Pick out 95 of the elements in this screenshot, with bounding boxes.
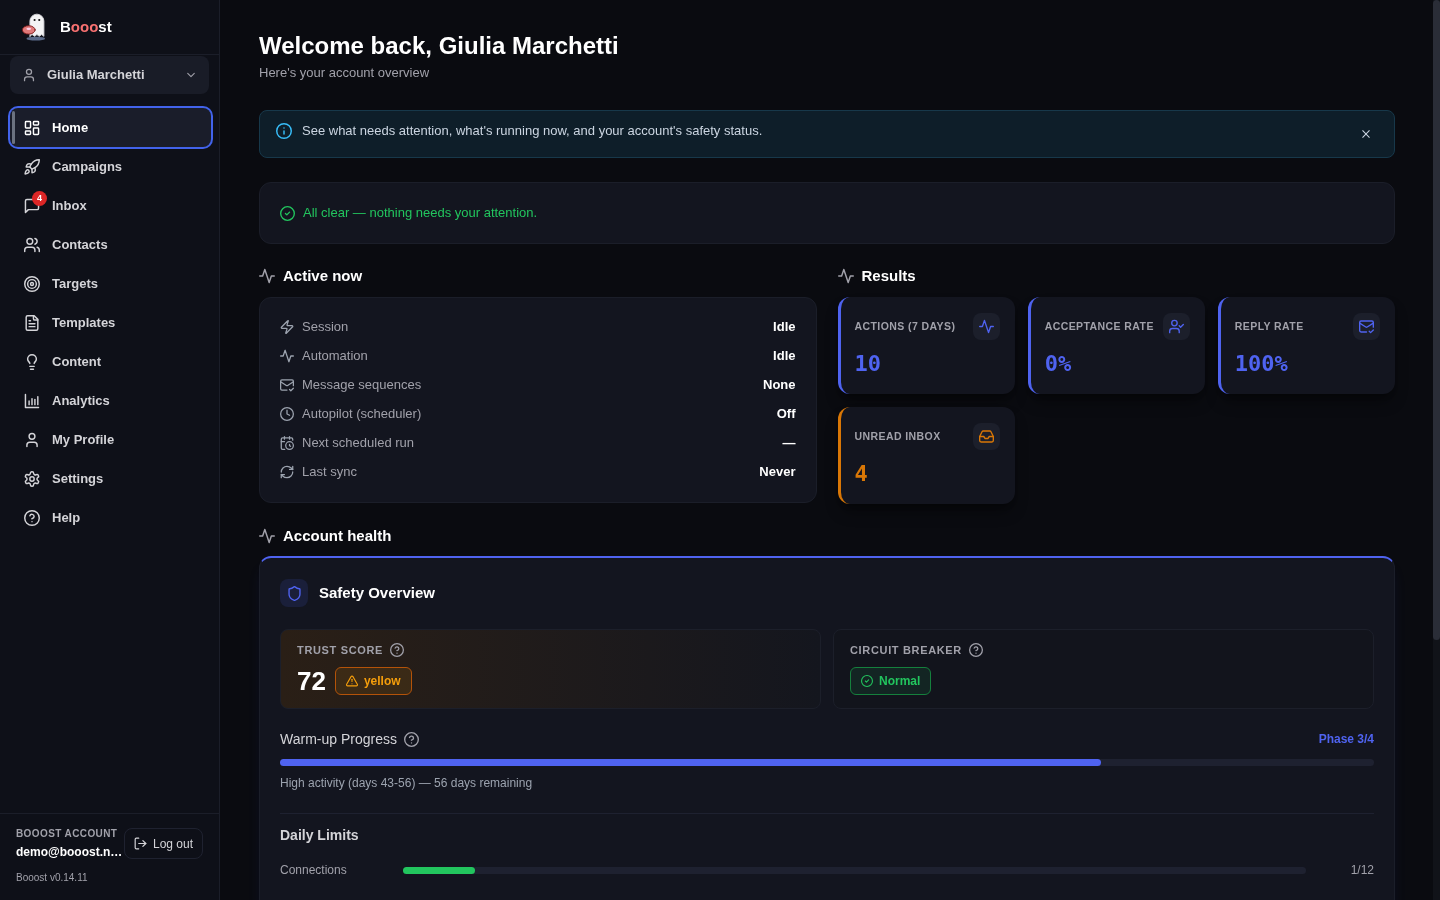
sidebar-nav-item[interactable]: Help [10, 498, 211, 537]
logo-text: Booost [60, 17, 112, 37]
sidebar-nav-item[interactable]: Content [10, 342, 211, 381]
banner-text: See what needs attention, what's running now, and your account's safety status. [302, 122, 764, 140]
ghost-mascot-icon [20, 13, 48, 41]
status-value: Idle [773, 317, 796, 336]
chat-bubble-icon [24, 197, 40, 214]
page-subtitle: Here's your account overview [259, 64, 431, 82]
section-heading: Account health [283, 525, 392, 546]
panel-label: CIRCUIT BREAKER [850, 642, 962, 658]
metric-label: ACTIONS (7 DAYS) [854, 318, 956, 334]
bar-chart-icon [24, 392, 40, 409]
lightbulb-icon [24, 353, 40, 370]
version-text: Booost v0.14.11 [16, 871, 89, 885]
help-icon [968, 643, 983, 657]
sidebar-nav-item[interactable]: Targets [10, 264, 211, 303]
metric-value: 100% [1234, 350, 1289, 378]
pulse-icon [259, 268, 275, 284]
help-icon [24, 509, 40, 526]
progress-title: Warm-up Progress [280, 729, 397, 749]
metric-value: 4 [854, 460, 869, 488]
unread-count-badge: 4 [32, 190, 47, 206]
calendar-clock-icon [280, 435, 294, 450]
status-text: All clear — nothing needs your attention. [303, 204, 538, 222]
clock-icon [280, 406, 294, 421]
dashboard-icon [24, 119, 40, 136]
sidebar-nav-item[interactable]: Templates [10, 303, 211, 342]
status-badge: Normal [850, 667, 932, 695]
logout-icon [133, 837, 147, 850]
help-icon [390, 643, 405, 657]
status-badge: yellow [334, 667, 412, 695]
users-icon [24, 236, 40, 253]
close-icon [1360, 128, 1372, 140]
phase-label: Phase 3/4 [1318, 731, 1374, 748]
pulse-icon [280, 348, 294, 363]
user-icon [22, 68, 36, 82]
pulse-icon [837, 268, 854, 284]
status-value: Off [776, 404, 796, 423]
section-heading: Active now [283, 265, 363, 286]
page-title: Welcome back, Giulia Marchetti [259, 31, 620, 61]
sidebar-nav-item[interactable]: 4 Inbox [10, 186, 211, 225]
sidebar-nav-item[interactable]: My Profile [10, 420, 211, 459]
status-label: Automation [302, 346, 368, 365]
status-label: Autopilot (scheduler) [302, 404, 422, 423]
pulse-icon [259, 528, 275, 544]
limits-title: Daily Limits [280, 826, 360, 845]
metric-label: REPLY RATE [1234, 318, 1304, 334]
score-value: 72 [297, 666, 326, 696]
status-label: Next scheduled run [302, 433, 414, 452]
check-circle-icon [861, 675, 873, 687]
active-indicator [12, 111, 15, 144]
limit-reading: 1/12 [1349, 862, 1374, 879]
status-label: Last sync [302, 462, 357, 481]
status-label: Session [302, 317, 349, 336]
metric-value: 0% [1044, 350, 1073, 378]
progress-note: High activity (days 43-56) — 56 days remaining [280, 775, 534, 791]
status-value: Never [759, 462, 796, 481]
user-icon [24, 431, 40, 448]
sidebar-nav-item[interactable]: Contacts [10, 225, 211, 264]
sidebar-nav-item[interactable]: Analytics [10, 381, 211, 420]
account-label: BOOOST ACCOUNT [16, 827, 119, 841]
target-icon [24, 275, 40, 292]
status-value: None [763, 375, 796, 394]
profile-selector[interactable]: Giulia Marchetti [10, 56, 209, 94]
panel-label: TRUST SCORE [297, 642, 384, 658]
inbox-icon [972, 423, 1000, 450]
help-icon [403, 731, 419, 747]
shield-icon [280, 579, 308, 607]
check-circle-icon [280, 205, 295, 221]
user-check-icon [1162, 313, 1190, 340]
mail-check-icon [280, 377, 294, 392]
card-title: Safety Overview [319, 582, 435, 603]
status-label: Message sequences [302, 375, 422, 394]
sidebar-nav-item[interactable]: Home [10, 108, 211, 147]
metric-label: ACCEPTANCE RATE [1044, 318, 1154, 334]
info-icon [276, 123, 292, 139]
pulse-icon [972, 313, 1000, 340]
status-value: Idle [773, 346, 796, 365]
warning-icon [345, 675, 358, 687]
limit-label: Connections [280, 862, 348, 879]
logout-button[interactable]: Log out [123, 828, 203, 859]
mail-check-icon [1353, 313, 1380, 340]
sidebar-nav-item[interactable]: Campaigns [10, 147, 211, 186]
metric-label: UNREAD INBOX [854, 428, 941, 444]
account-email: demo@booost.n… [16, 844, 123, 860]
rocket-icon [24, 158, 40, 175]
scrollbar-thumb[interactable] [1433, 0, 1440, 640]
metric-value: 10 [854, 350, 882, 378]
section-heading: Results [861, 265, 916, 286]
document-icon [24, 314, 40, 331]
refresh-icon [280, 464, 294, 479]
status-value: — [782, 433, 796, 452]
sidebar-nav-item[interactable]: Settings [10, 459, 211, 498]
settings-icon [24, 470, 40, 487]
lightning-icon [280, 319, 294, 334]
